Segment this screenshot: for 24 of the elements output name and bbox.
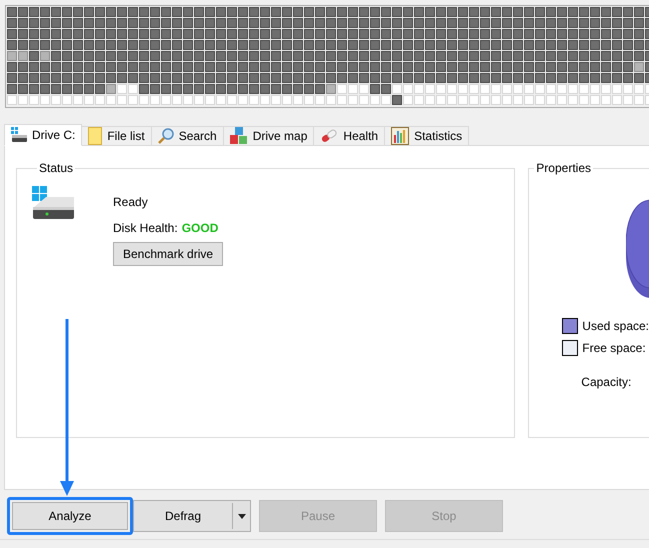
disk-health-value: GOOD <box>182 220 218 237</box>
split-button[interactable]: Defrag <box>133 500 251 532</box>
folder-icon <box>88 127 102 145</box>
group-title: Properties <box>535 160 592 177</box>
blocks-icon <box>230 127 248 145</box>
group-title: Status <box>38 160 74 177</box>
tab[interactable]: File list <box>81 126 152 146</box>
drive-icon <box>32 186 76 220</box>
legend-label: Free space: <box>582 340 646 357</box>
caret-icon <box>238 514 246 518</box>
tab[interactable]: Drive map <box>222 126 314 146</box>
search-icon <box>158 128 174 144</box>
bar-chart-icon <box>391 127 410 145</box>
disk-health-label: Disk Health: <box>113 220 178 237</box>
tab[interactable]: Statistics <box>384 126 470 146</box>
legend-label: Used space: <box>582 318 649 335</box>
action-button[interactable]: Analyze <box>7 497 133 535</box>
drive-icon <box>11 127 27 143</box>
pill-icon <box>320 128 338 144</box>
tab[interactable]: Search <box>150 126 224 146</box>
tab[interactable]: Drive C: <box>4 124 82 146</box>
capacity-label: Capacity: <box>581 374 632 391</box>
drive-status-text: Ready <box>113 194 148 211</box>
benchmark-button[interactable]: Benchmark drive <box>113 242 224 266</box>
